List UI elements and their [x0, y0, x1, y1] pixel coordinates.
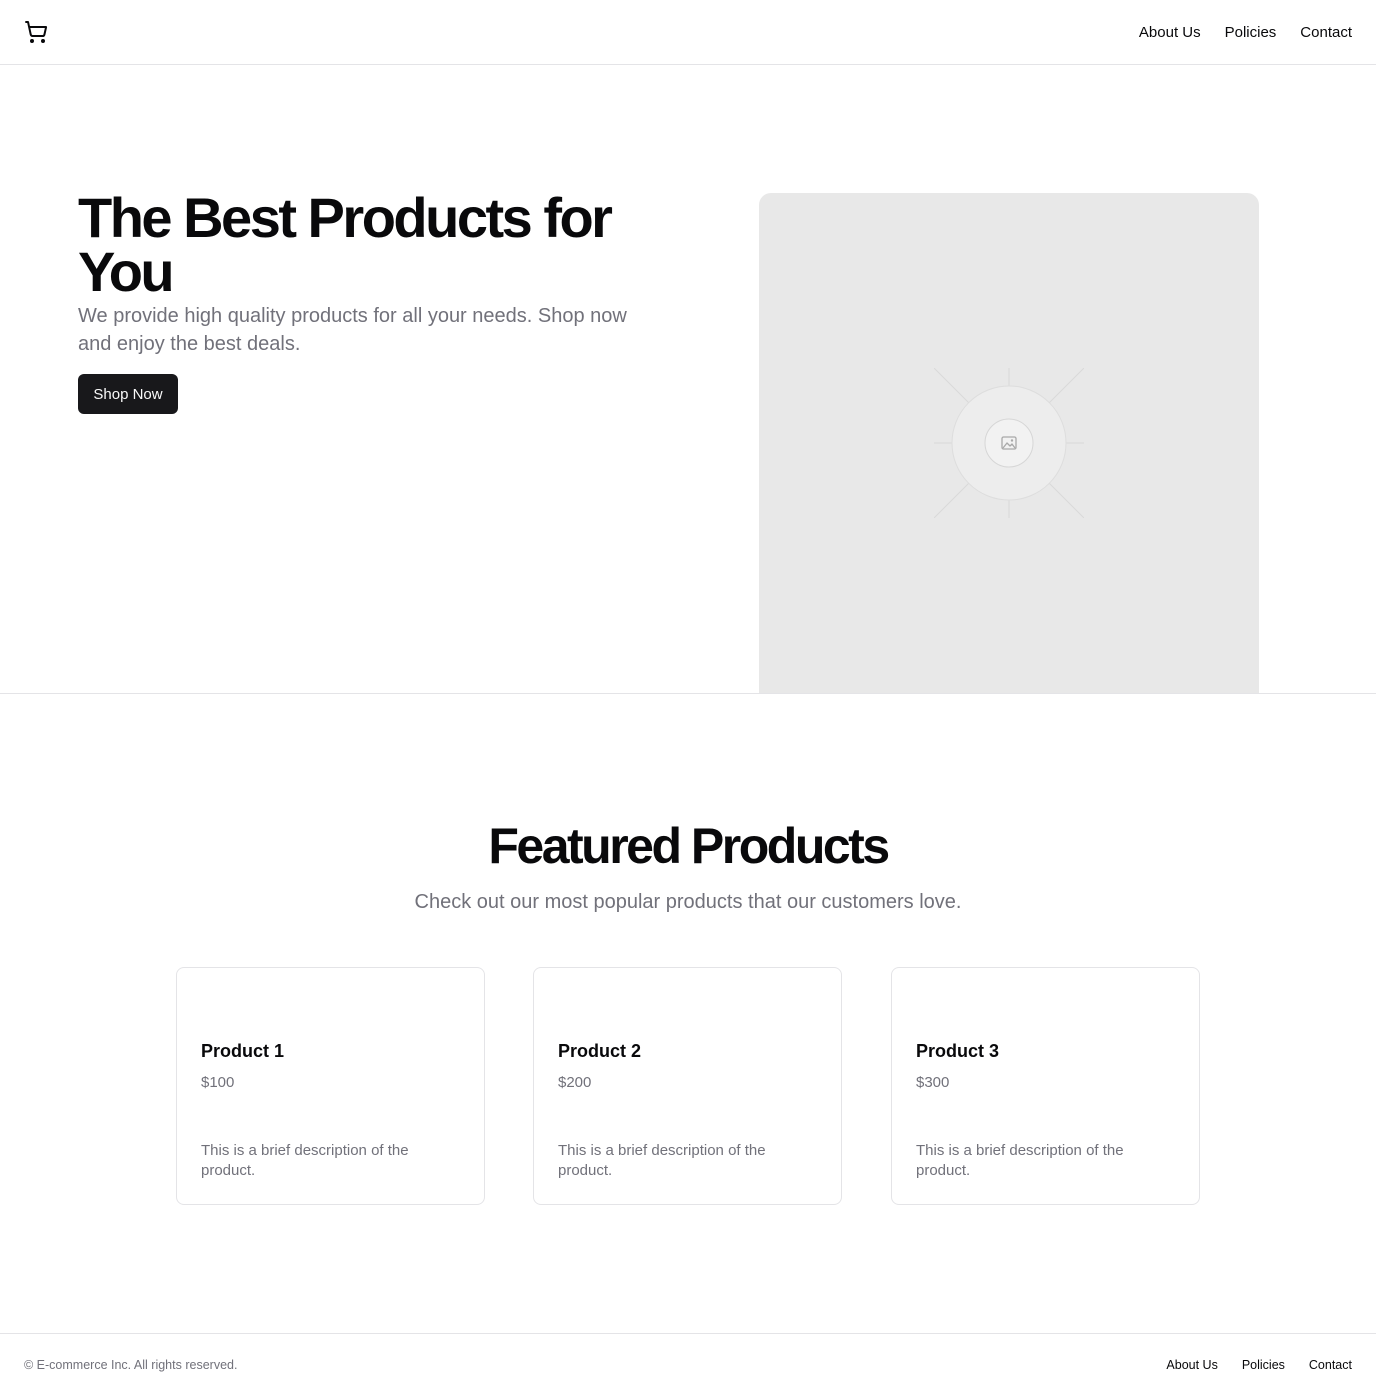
hero-subtitle: We provide high quality products for all…	[78, 305, 627, 355]
nav-policies[interactable]: Policies	[1225, 24, 1277, 41]
nav-contact[interactable]: Contact	[1300, 24, 1352, 41]
product-card[interactable]: Product 3 $300 This is a brief descripti…	[891, 967, 1200, 1205]
featured-title: Featured Products	[488, 818, 890, 874]
featured-subtitle: Check out our most popular products that…	[414, 891, 962, 913]
footer-link-policies[interactable]: Policies	[1242, 1358, 1285, 1372]
cart-link[interactable]	[24, 20, 48, 44]
nav-about-us[interactable]: About Us	[1139, 24, 1201, 41]
product-price: $100	[201, 1074, 235, 1091]
product-description: This is a brief description of the produ…	[558, 1142, 766, 1179]
shop-now-button[interactable]: Shop Now	[78, 374, 178, 414]
hero-image-placeholder	[759, 193, 1259, 693]
footer-link-contact[interactable]: Contact	[1309, 1358, 1352, 1372]
hero-title: The Best Products for You	[78, 186, 613, 303]
product-description: This is a brief description of the produ…	[916, 1142, 1124, 1179]
main-nav: About Us Policies Contact	[1139, 0, 1352, 64]
footer-link-about-us[interactable]: About Us	[1166, 1358, 1217, 1372]
site-header: About Us Policies Contact	[0, 0, 1376, 65]
product-price: $300	[916, 1074, 950, 1091]
shopping-cart-icon	[25, 21, 48, 43]
copyright-text: © E-commerce Inc. All rights reserved.	[24, 1358, 238, 1372]
product-name: Product 2	[558, 1041, 642, 1061]
product-card[interactable]: Product 2 $200 This is a brief descripti…	[533, 967, 842, 1205]
product-name: Product 1	[201, 1041, 285, 1061]
site-footer: © E-commerce Inc. All rights reserved. A…	[0, 1333, 1376, 1398]
product-card[interactable]: Product 1 $100 This is a brief descripti…	[176, 967, 485, 1205]
page: About Us Policies Contact The Best Produ…	[0, 0, 1376, 1398]
hero-section: The Best Products for You We provide hig…	[0, 65, 1376, 694]
image-placeholder-icon	[934, 368, 1084, 518]
product-name: Product 3	[916, 1041, 1000, 1061]
product-price: $200	[558, 1074, 592, 1091]
footer-nav: About Us Policies Contact	[1166, 1358, 1352, 1372]
product-description: This is a brief description of the produ…	[201, 1142, 409, 1179]
